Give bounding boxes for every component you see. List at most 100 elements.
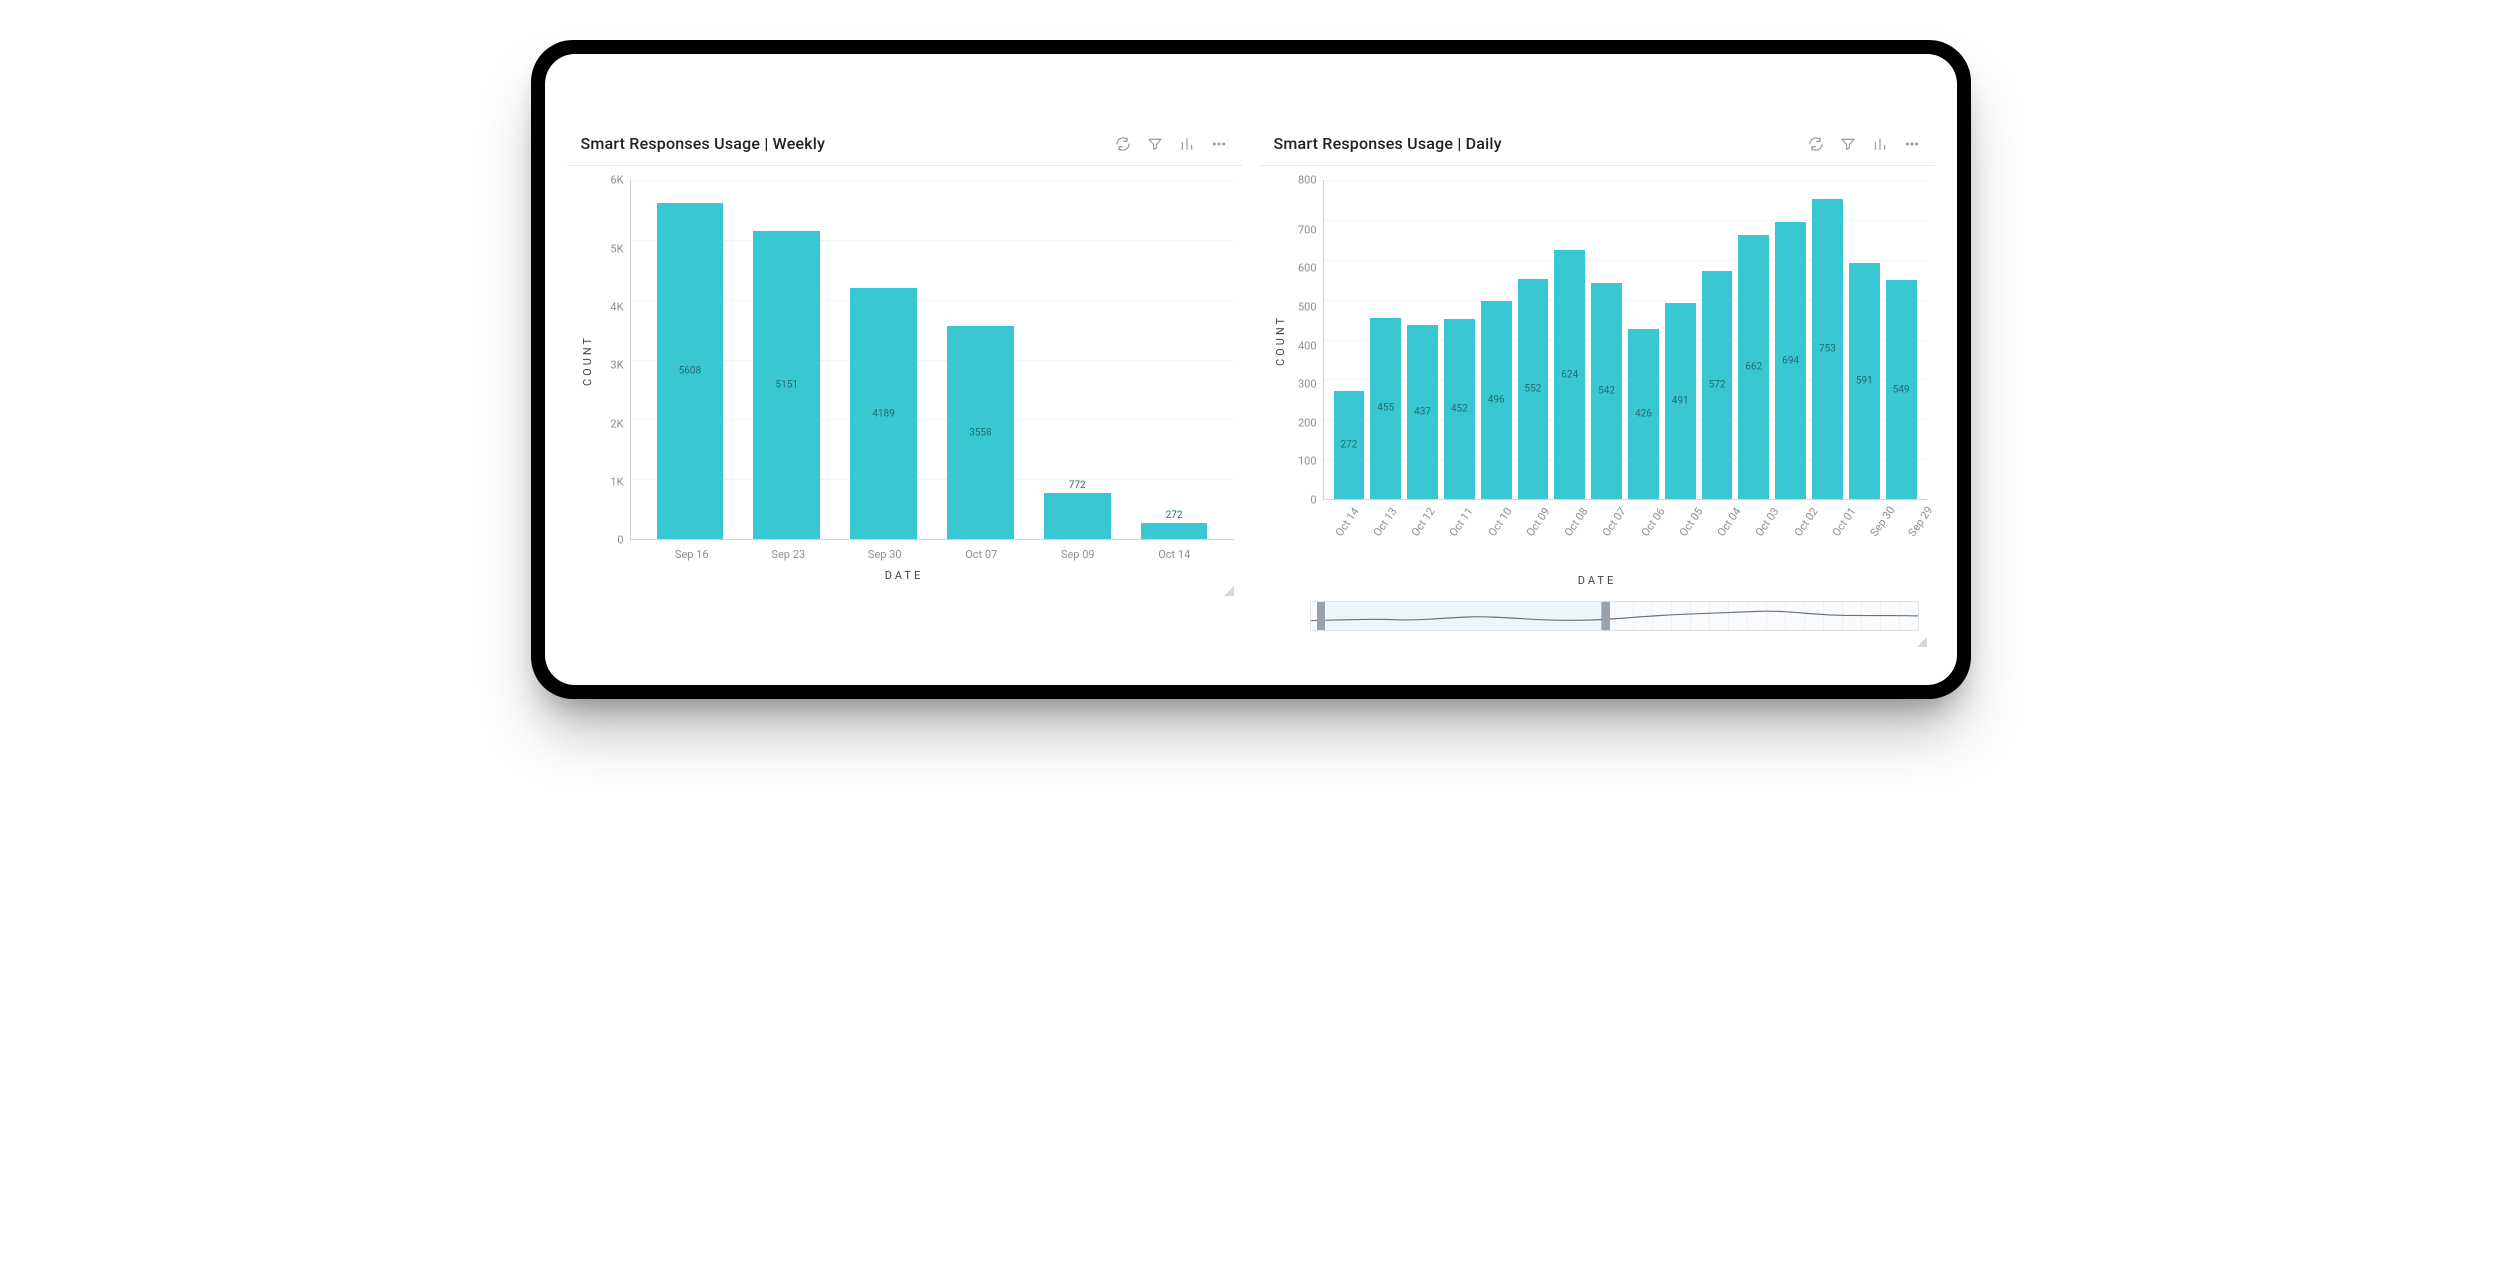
bar[interactable]: 772 [1044,493,1111,539]
bar[interactable]: 272 [1334,391,1365,499]
bar[interactable]: 549 [1886,280,1917,499]
panel-actions [1807,135,1921,153]
plot-area[interactable]: 272 455 437 452 496 552 624 542 426 491 572 662 694 7… [1323,180,1927,500]
bar-value-label: 452 [1451,403,1468,414]
y-tick: 100 [1298,456,1317,467]
bar[interactable]: 452 [1444,319,1475,499]
resize-handle-icon[interactable] [1224,586,1234,596]
bar[interactable]: 437 [1407,325,1438,499]
bar-value-label: 772 [1069,480,1086,493]
bar[interactable]: 572 [1702,271,1733,499]
y-axis: 8007006005004003002001000 [1289,180,1323,500]
y-axis: 6K5K4K3K2K1K0 [596,180,630,540]
x-tick: Oct 14 [1141,548,1208,561]
sparkline [1311,602,1918,630]
filter-icon[interactable] [1146,135,1164,153]
bar[interactable]: 4189 [850,288,917,539]
bar[interactable]: 753 [1812,199,1843,499]
y-tick: 700 [1298,224,1317,235]
y-axis-label: COUNT [575,180,596,540]
chart-daily: COUNT 8007006005004003002001000 27245543… [1260,166,1935,655]
bar-chart-icon[interactable] [1871,135,1889,153]
bar-value-label: 3558 [969,427,991,438]
y-tick: 0 [617,534,623,545]
bar[interactable]: 552 [1518,279,1549,499]
panel-header: Smart Responses Usage | Daily [1260,124,1935,166]
y-tick: 6K [610,175,623,186]
more-icon[interactable] [1210,135,1228,153]
x-axis: Sep 16 Sep 23 Sep 30 Oct 07 Sep 09 Oct 14 [633,540,1234,561]
bar[interactable]: 272 [1141,523,1208,539]
bar[interactable]: 5608 [657,203,724,539]
x-tick: Sep 09 [1045,548,1112,561]
resize-handle-icon[interactable] [1917,637,1927,647]
bar-value-label: 572 [1709,379,1726,390]
bar[interactable]: 455 [1370,318,1401,499]
refresh-icon[interactable] [1807,135,1825,153]
bar[interactable]: 5151 [753,231,820,539]
bar-value-label: 552 [1525,383,1542,394]
bar[interactable]: 624 [1554,250,1585,499]
panel-weekly: Smart Responses Usage | Weekly [567,124,1242,655]
y-tick: 3K [610,360,623,371]
bar-value-label: 624 [1561,369,1578,380]
x-tick: Sep 30 [852,548,919,561]
y-axis-label: COUNT [1268,180,1289,500]
panel-daily: Smart Responses Usage | Daily [1260,124,1935,655]
bar-value-label: 5608 [679,366,701,377]
bar[interactable]: 496 [1481,301,1512,499]
x-axis: Oct 14Oct 13Oct 12Oct 11Oct 10Oct 09Oct … [1301,500,1927,552]
y-tick: 0 [1310,495,1316,506]
bar-value-label: 591 [1856,376,1873,387]
y-tick: 500 [1298,301,1317,312]
y-tick: 600 [1298,263,1317,274]
bar-value-label: 437 [1414,406,1431,417]
bar-value-label: 694 [1782,355,1799,366]
x-tick: Sep 29 [1891,495,1946,547]
bar-value-label: 4189 [872,408,894,419]
device-frame: Smart Responses Usage | Weekly [531,40,1971,699]
panel-actions [1114,135,1228,153]
chart-weekly: COUNT 6K5K4K3K2K1K0 56085151418935587722… [567,166,1242,604]
x-tick: Sep 16 [659,548,726,561]
more-icon[interactable] [1903,135,1921,153]
bar[interactable]: 542 [1591,283,1622,499]
x-tick: Oct 07 [948,548,1015,561]
time-scrubber[interactable] [1310,601,1919,631]
bar-value-label: 426 [1635,409,1652,420]
screen: Smart Responses Usage | Weekly [545,54,1957,685]
bar[interactable]: 491 [1665,303,1696,499]
dashboard-panels: Smart Responses Usage | Weekly [567,124,1935,655]
bar[interactable]: 426 [1628,329,1659,499]
bar-value-label: 491 [1672,396,1689,407]
y-tick: 300 [1298,379,1317,390]
scrubber-handle-right[interactable] [1602,602,1610,630]
bar-value-label: 5151 [775,379,797,390]
panel-header: Smart Responses Usage | Weekly [567,124,1242,166]
y-tick: 2K [610,418,623,429]
x-tick: Sep 23 [755,548,822,561]
filter-icon[interactable] [1839,135,1857,153]
bar-value-label: 753 [1819,343,1836,354]
bar[interactable]: 694 [1775,222,1806,499]
y-tick: 4K [610,302,623,313]
x-axis-label: DATE [575,561,1234,582]
refresh-icon[interactable] [1114,135,1132,153]
bar[interactable]: 3558 [947,326,1014,539]
bar-value-label: 496 [1488,395,1505,406]
scrubber-handle-left[interactable] [1317,602,1325,630]
panel-title: Smart Responses Usage | Daily [1274,134,1502,153]
y-tick: 1K [610,476,623,487]
bar-value-label: 272 [1166,510,1183,523]
bar-value-label: 662 [1745,362,1762,373]
x-axis-label: DATE [1268,552,1927,587]
bar[interactable]: 591 [1849,263,1880,499]
bar-chart-icon[interactable] [1178,135,1196,153]
plot-area[interactable]: 5608 5151 4189 3558 772 272 [630,180,1234,540]
bar-value-label: 272 [1340,439,1357,450]
panel-title: Smart Responses Usage | Weekly [581,134,826,153]
bar-value-label: 542 [1598,385,1615,396]
y-tick: 800 [1298,175,1317,186]
y-tick: 400 [1298,340,1317,351]
bar[interactable]: 662 [1738,235,1769,499]
